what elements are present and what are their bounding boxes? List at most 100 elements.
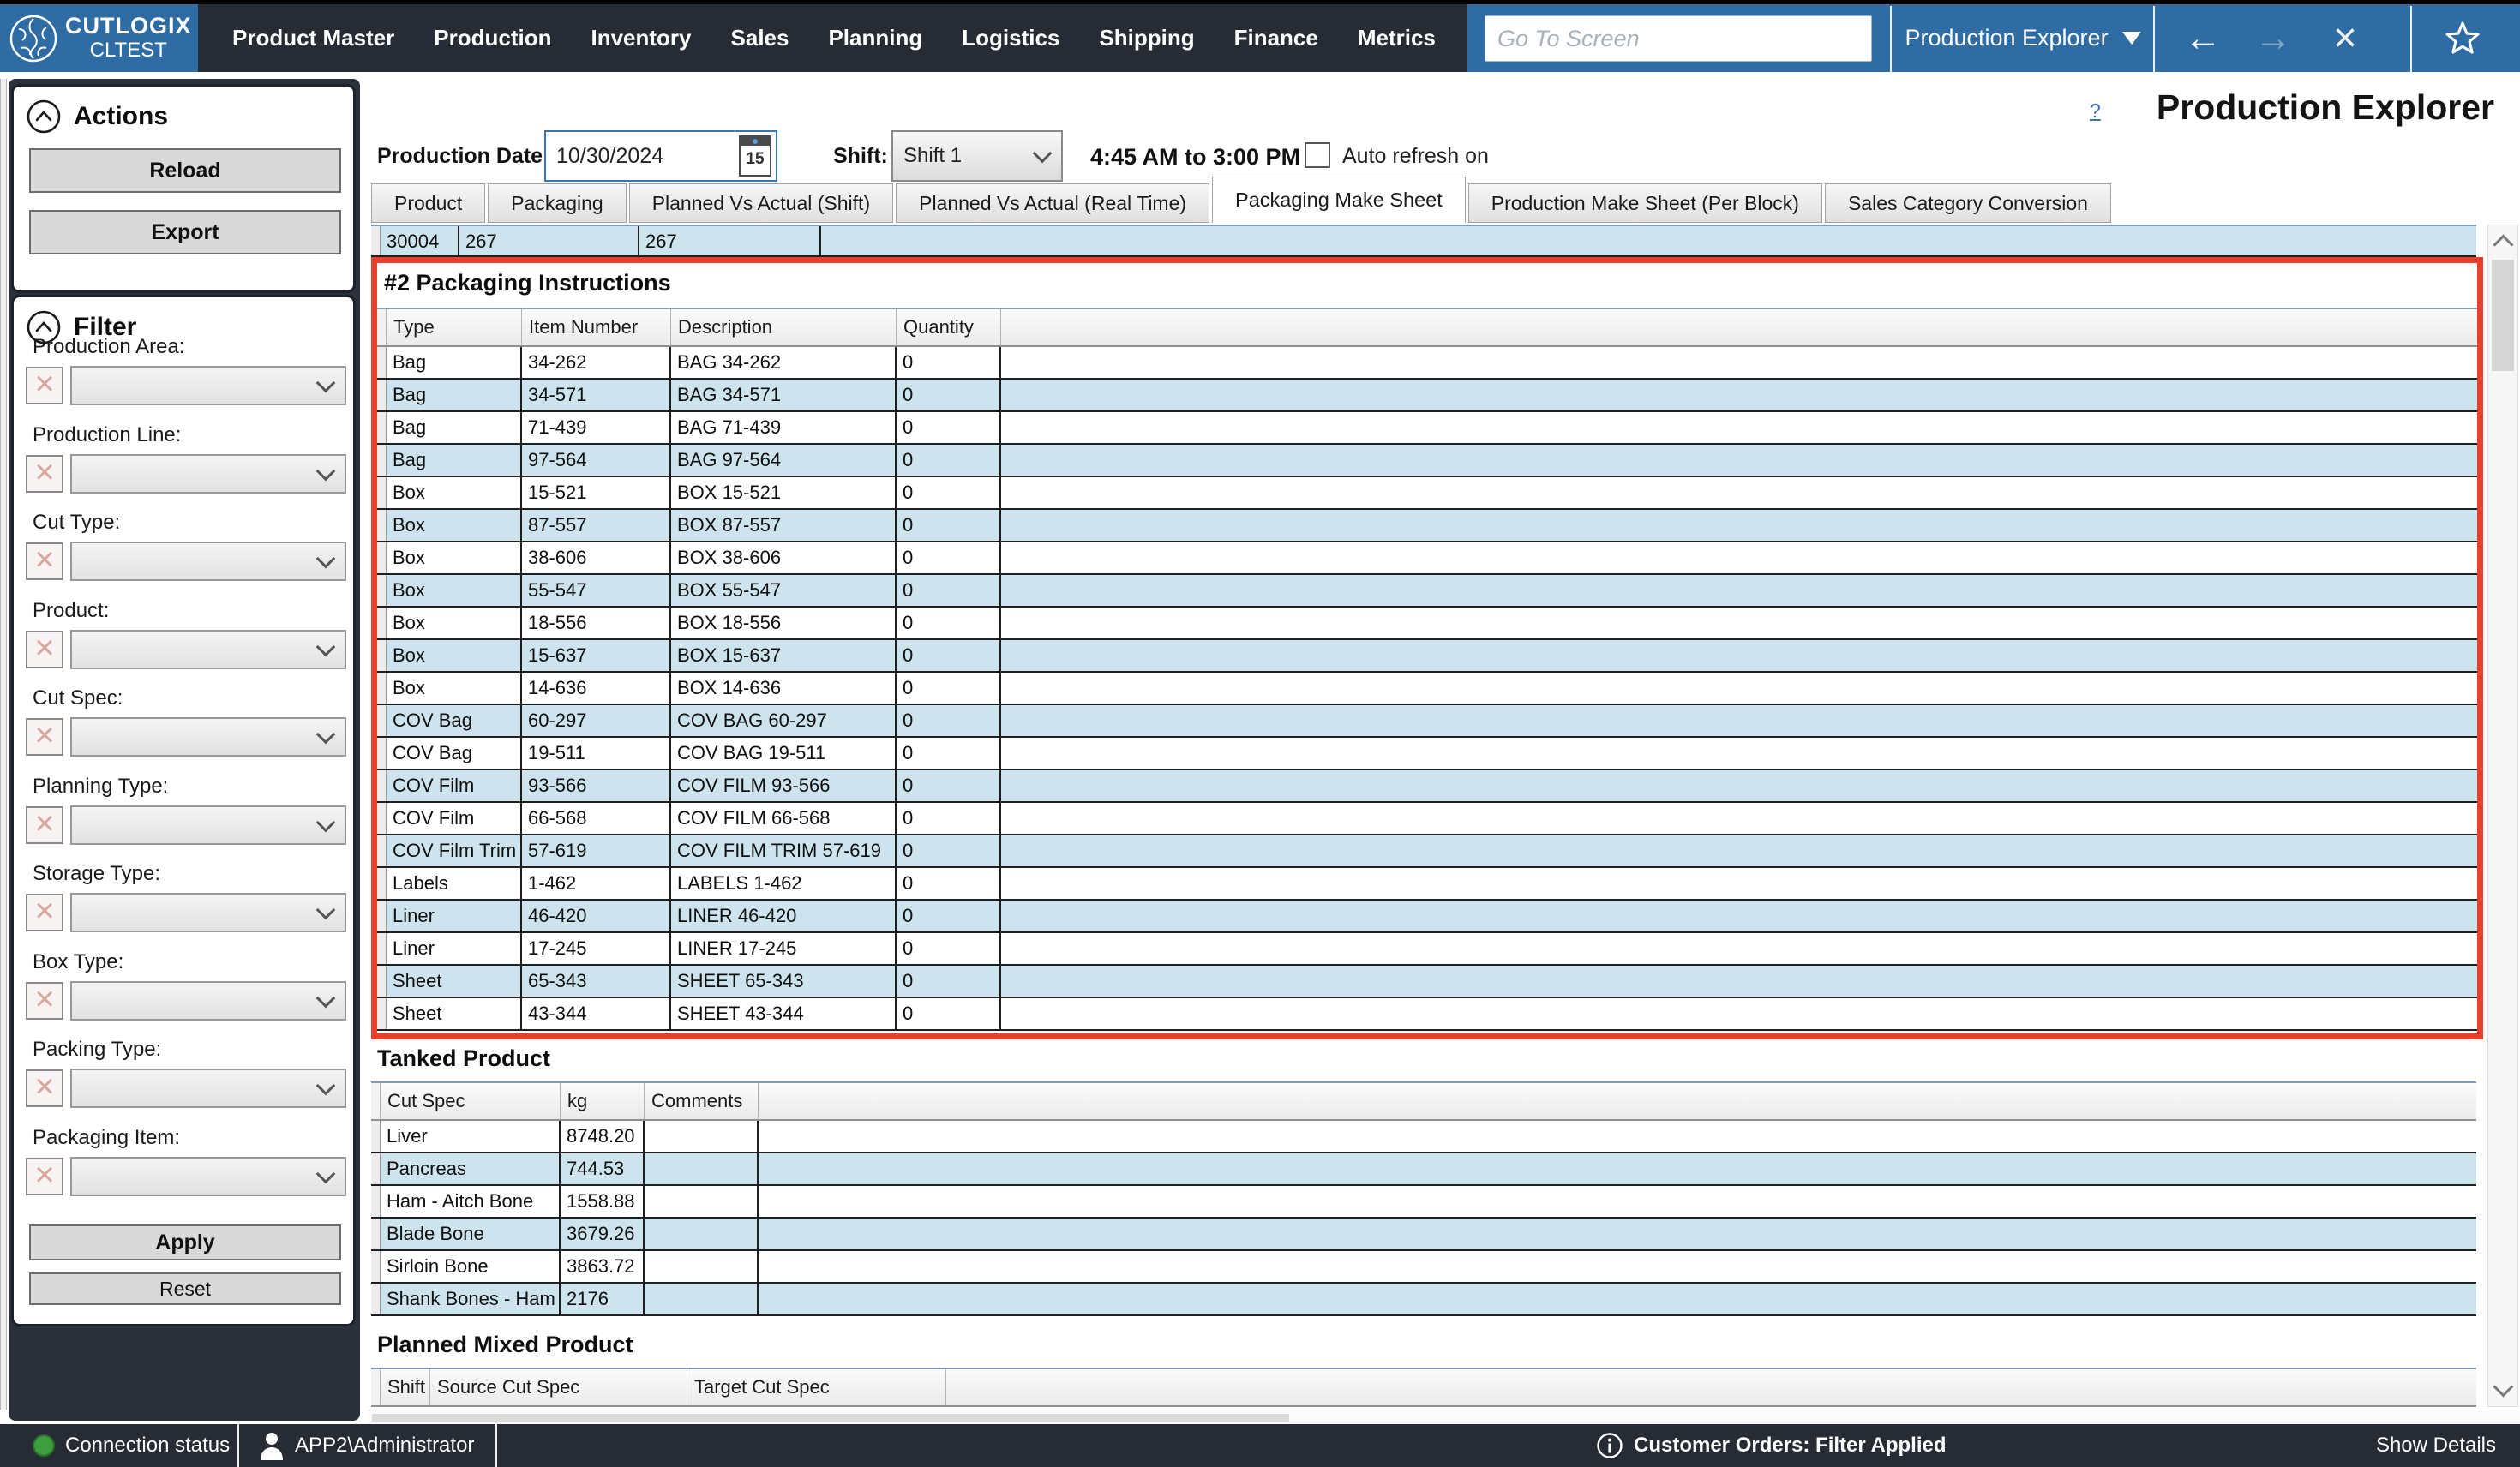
menu-item[interactable]: Shipping [1079, 25, 1214, 51]
column-header[interactable]: Quantity [897, 309, 1001, 345]
table-row[interactable]: Labels 1-462 LABELS 1-462 0 [377, 868, 2477, 901]
shift-select[interactable]: Shift 1 [891, 130, 1063, 182]
menu-item[interactable]: Inventory [571, 25, 711, 51]
menu-item[interactable]: Logistics [942, 25, 1079, 51]
filter-select[interactable] [70, 454, 346, 494]
menu-item[interactable]: Finance [1215, 25, 1338, 51]
clear-filter-icon[interactable]: × [26, 1158, 63, 1195]
table-row[interactable]: COV Bag 19-511 COV BAG 19-511 0 [377, 738, 2477, 770]
menu-item[interactable]: Product Master [213, 25, 414, 51]
vertical-scrollbar[interactable] [2487, 225, 2518, 1407]
clear-filter-icon[interactable]: × [26, 1069, 63, 1107]
apply-button[interactable]: Apply [29, 1224, 341, 1260]
filter-select[interactable] [70, 630, 346, 669]
filter-select[interactable] [70, 1069, 346, 1108]
table-row[interactable]: Box 55-547 BOX 55-547 0 [377, 575, 2477, 608]
close-screen-icon[interactable]: × [2319, 4, 2371, 72]
tab[interactable]: Sales Category Conversion [1825, 183, 2111, 223]
clear-filter-icon[interactable]: × [26, 982, 63, 1020]
menu-item[interactable]: Sales [711, 25, 809, 51]
screen-selector-dropdown[interactable]: Production Explorer [1896, 4, 2150, 72]
clear-filter-icon[interactable]: × [26, 542, 63, 580]
column-header[interactable]: Comments [645, 1083, 759, 1119]
column-header[interactable]: Target Cut Spec [687, 1369, 946, 1405]
table-row[interactable]: Blade Bone 3679.26 [371, 1219, 2476, 1251]
tab[interactable]: Production Make Sheet (Per Block) [1468, 183, 1822, 223]
column-header[interactable]: Description [671, 309, 897, 345]
table-row[interactable]: COV Film Trim 57-619 COV FILM TRIM 57-61… [377, 835, 2477, 868]
sidebar-scrollbar[interactable] [0, 79, 7, 1410]
show-details-link[interactable]: Show Details [2376, 1424, 2496, 1467]
table-row[interactable]: Sirloin Bone 3863.72 [371, 1251, 2476, 1284]
grid-cell-filler [1001, 673, 2477, 704]
scroll-down-icon[interactable] [2493, 1376, 2513, 1397]
filter-select[interactable] [70, 717, 346, 757]
clear-filter-icon[interactable]: × [26, 718, 63, 756]
table-row[interactable]: Box 15-637 BOX 15-637 0 [377, 640, 2477, 673]
table-row[interactable]: Liner 17-245 LINER 17-245 0 [377, 933, 2477, 966]
favorite-star-icon[interactable] [2433, 4, 2493, 72]
table-row[interactable]: Liver 8748.20 [371, 1121, 2476, 1153]
tab[interactable]: Planned Vs Actual (Real Time) [896, 183, 1209, 223]
tab[interactable]: Product [371, 183, 485, 223]
export-button[interactable]: Export [29, 210, 341, 254]
table-row[interactable]: Box 18-556 BOX 18-556 0 [377, 608, 2477, 640]
table-row[interactable]: Box 87-557 BOX 87-557 0 [377, 510, 2477, 542]
column-header[interactable]: Source Cut Spec [430, 1369, 687, 1405]
column-header[interactable]: Shift [381, 1369, 430, 1405]
vertical-scroll-thumb[interactable] [2492, 260, 2514, 371]
back-icon[interactable]: ← [2177, 4, 2229, 72]
calendar-picker-icon[interactable]: 15 [739, 135, 771, 177]
filter-select[interactable] [70, 1157, 346, 1196]
tab[interactable]: Planned Vs Actual (Shift) [629, 183, 893, 223]
clear-filter-icon[interactable]: × [26, 806, 63, 844]
horizontal-scrollbar[interactable] [369, 1410, 2520, 1425]
scroll-up-icon[interactable] [2493, 234, 2513, 254]
table-row[interactable]: Bag 34-571 BAG 34-571 0 [377, 380, 2477, 412]
filter-select[interactable] [70, 805, 346, 845]
column-header[interactable]: Cut Spec [381, 1083, 561, 1119]
table-row[interactable]: Pancreas 744.53 [371, 1153, 2476, 1186]
menu-item[interactable]: Planning [808, 25, 942, 51]
go-to-screen-input[interactable] [1485, 15, 1872, 62]
table-row[interactable]: Bag 97-564 BAG 97-564 0 [377, 445, 2477, 477]
clear-filter-icon[interactable]: × [26, 894, 63, 931]
table-row[interactable]: Box 14-636 BOX 14-636 0 [377, 673, 2477, 705]
help-link[interactable]: ? [2090, 99, 2101, 123]
reload-button[interactable]: Reload [29, 148, 341, 193]
table-row[interactable]: Box 38-606 BOX 38-606 0 [377, 542, 2477, 575]
table-row[interactable]: Bag 34-262 BAG 34-262 0 [377, 347, 2477, 380]
table-row[interactable]: Shank Bones - Ham 2176 [371, 1284, 2476, 1316]
table-row[interactable]: Liner 46-420 LINER 46-420 0 [377, 901, 2477, 933]
filter-select[interactable] [70, 893, 346, 932]
column-header[interactable]: kg [561, 1083, 645, 1119]
table-row[interactable]: Sheet 43-344 SHEET 43-344 0 [377, 998, 2477, 1031]
horizontal-scroll-thumb[interactable] [372, 1414, 1289, 1422]
table-row[interactable]: COV Film 66-568 COV FILM 66-568 0 [377, 803, 2477, 835]
filter-select[interactable] [70, 366, 346, 405]
table-row[interactable]: Sheet 65-343 SHEET 65-343 0 [377, 966, 2477, 998]
previous-grid-last-row[interactable]: 30004 267 267 [371, 225, 2476, 257]
auto-refresh-checkbox[interactable] [1305, 142, 1330, 168]
tab[interactable]: Packaging Make Sheet [1212, 177, 1466, 223]
table-row[interactable]: COV Bag 60-297 COV BAG 60-297 0 [377, 705, 2477, 738]
column-header[interactable]: Item Number [522, 309, 671, 345]
chevron-down-icon [316, 901, 336, 920]
collapse-chevron-icon[interactable] [26, 99, 62, 135]
column-header[interactable]: Type [387, 309, 522, 345]
menu-item[interactable]: Production [414, 25, 571, 51]
table-row[interactable]: COV Film 93-566 COV FILM 93-566 0 [377, 770, 2477, 803]
user-icon [259, 1431, 285, 1460]
reset-button[interactable]: Reset [29, 1272, 341, 1305]
clear-filter-icon[interactable]: × [26, 367, 63, 404]
table-row[interactable]: Ham - Aitch Bone 1558.88 [371, 1186, 2476, 1219]
table-row[interactable]: Bag 71-439 BAG 71-439 0 [377, 412, 2477, 445]
clear-filter-icon[interactable]: × [26, 455, 63, 493]
filter-select[interactable] [70, 542, 346, 581]
menu-item[interactable]: Metrics [1338, 25, 1455, 51]
table-row[interactable]: Box 15-521 BOX 15-521 0 [377, 477, 2477, 510]
tab[interactable]: Packaging [488, 183, 626, 223]
filter-select[interactable] [70, 981, 346, 1021]
clear-filter-icon[interactable]: × [26, 631, 63, 668]
forward-icon[interactable]: → [2247, 4, 2299, 72]
